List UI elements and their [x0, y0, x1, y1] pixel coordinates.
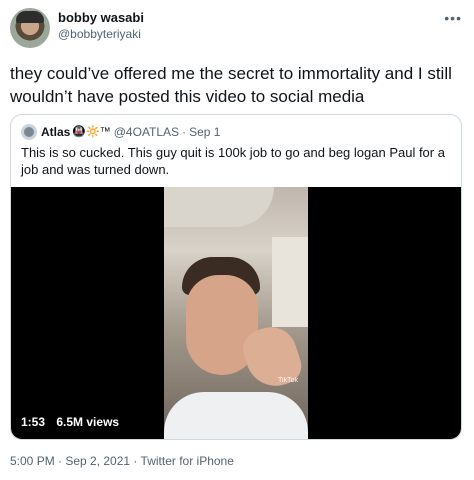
- quoted-handle[interactable]: @4OATLAS: [114, 124, 179, 140]
- author-handle[interactable]: @bobbyteriyaki: [58, 26, 144, 42]
- ellipsis-icon[interactable]: •••: [444, 10, 462, 26]
- video-player[interactable]: TikTok 1:53 6.5M views: [11, 187, 461, 439]
- quoted-header: Atlas 🚇🔆™ @4OATLAS · Sep 1: [21, 124, 220, 140]
- tweet: bobby wasabi @bobbyteriyaki ••• they cou…: [0, 0, 474, 480]
- quoted-name[interactable]: Atlas: [41, 124, 70, 140]
- quoted-date[interactable]: Sep 1: [189, 124, 220, 140]
- tiktok-watermark: TikTok: [278, 377, 298, 384]
- tweet-text: they could’ve offered me the secret to i…: [10, 64, 452, 106]
- quoted-emoji: 🚇🔆™: [72, 126, 111, 138]
- quoted-tweet[interactable]: Atlas 🚇🔆™ @4OATLAS · Sep 1 This is so cu…: [10, 114, 462, 440]
- video-frame[interactable]: TikTok: [164, 187, 308, 439]
- avatar[interactable]: [10, 8, 50, 48]
- quoted-separator: ·: [182, 125, 187, 139]
- video-views: 6.5M views: [56, 415, 120, 429]
- author-name[interactable]: bobby wasabi: [58, 10, 144, 26]
- video-duration: 1:53: [21, 415, 46, 429]
- tweet-meta[interactable]: 5:00 PM · Sep 2, 2021 · Twitter for iPho…: [10, 454, 234, 468]
- quoted-avatar[interactable]: [21, 124, 37, 140]
- quoted-text: This is so cucked. This guy quit is 100k…: [21, 145, 445, 177]
- video-stats: 1:53 6.5M views: [21, 415, 127, 429]
- author-block: bobby wasabi @bobbyteriyaki: [58, 10, 144, 42]
